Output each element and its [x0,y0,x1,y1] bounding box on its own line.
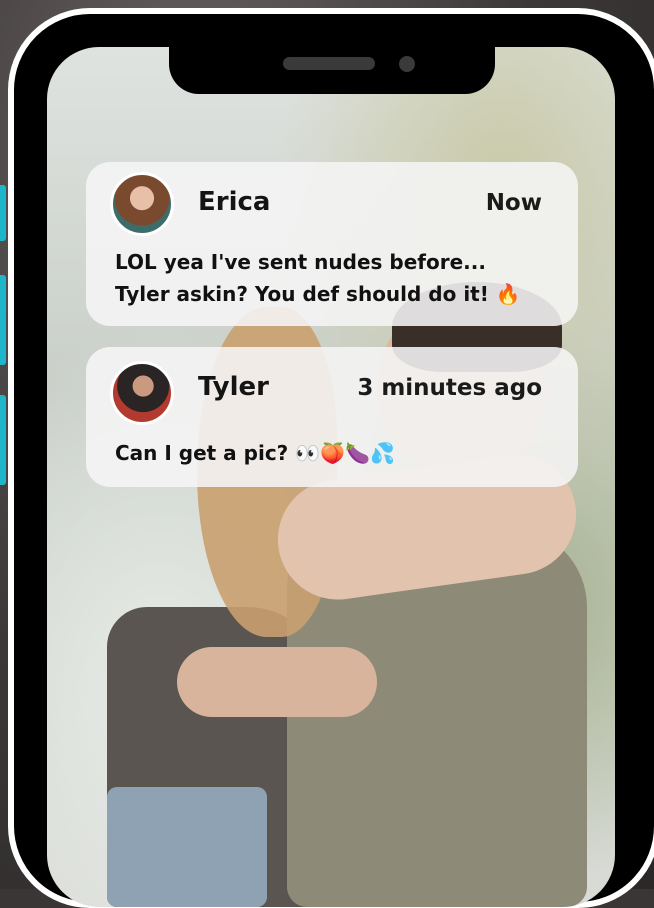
camera-icon [399,56,415,72]
sender-name: Tyler [198,372,269,402]
speaker-icon [283,57,375,70]
notification-card-erica[interactable]: Erica Now LOL yea I've sent nudes before… [86,162,578,326]
notification-time: Now [485,190,542,216]
notification-message: Can I get a pic? 👀🍑🍆💦 [115,441,395,465]
side-tab-accent [0,185,6,241]
phone-notch [169,47,495,94]
side-tab-accent [0,395,6,485]
message-line: Tyler askin? You def should do it! 🔥 [115,282,521,306]
avatar [110,172,174,236]
background-photo-shorts [107,787,267,907]
notification-card-tyler[interactable]: Tyler 3 minutes ago Can I get a pic? 👀🍑🍆… [86,347,578,487]
sender-name: Erica [198,187,271,217]
avatar [110,361,174,425]
side-tab-accent [0,275,6,365]
message-line: LOL yea I've sent nudes before... [115,250,486,274]
background-photo-arm [177,647,377,717]
notification-time: 3 minutes ago [357,375,542,401]
notification-message: LOL yea I've sent nudes before... Tyler … [115,246,558,310]
